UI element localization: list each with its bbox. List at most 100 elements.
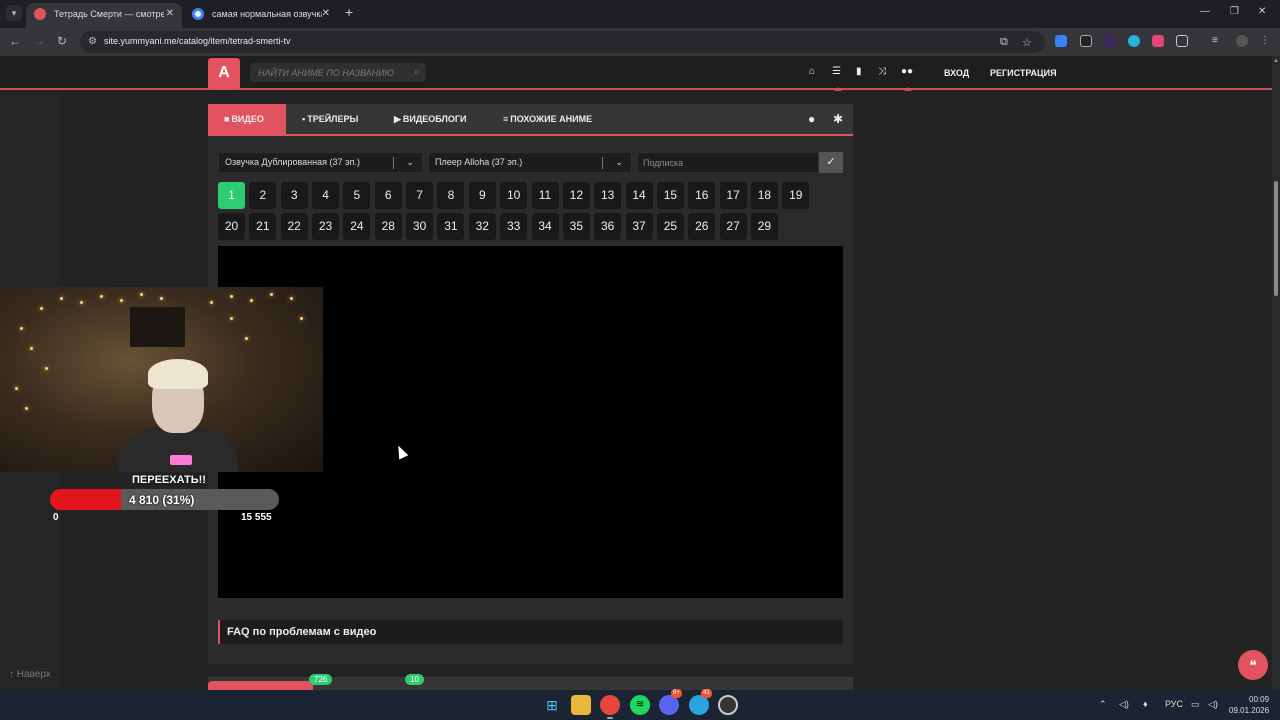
episode-button[interactable]: 4 (312, 182, 340, 209)
spotify-icon[interactable]: ≋ (630, 695, 650, 715)
file-explorer-icon[interactable] (571, 695, 591, 715)
episode-button[interactable]: 13 (594, 182, 622, 209)
episode-button[interactable]: 37 (625, 213, 653, 240)
episode-button[interactable]: 30 (406, 213, 434, 240)
tab-trailers[interactable]: ▪ ТРЕЙЛЕРЫ (302, 104, 358, 134)
faq-video-problems[interactable]: FAQ по проблемам с видео (218, 620, 843, 644)
episode-button[interactable]: 16 (688, 182, 716, 209)
page-scrollbar[interactable]: ▲ (1272, 56, 1280, 690)
browser-menu-icon[interactable]: ⋮ (1260, 35, 1272, 47)
reload-icon[interactable]: ↻ (57, 34, 67, 48)
network-icon[interactable]: ▭ (1191, 699, 1200, 710)
episode-button[interactable]: 1 (218, 182, 245, 209)
episode-button[interactable]: 32 (468, 213, 496, 240)
show-hidden-icons-icon[interactable]: ⌃ (1099, 699, 1107, 710)
episode-button[interactable]: 36 (594, 213, 622, 240)
episode-button[interactable]: 22 (280, 213, 308, 240)
bookmark-star-icon[interactable]: ☆ (1022, 36, 1032, 49)
player-select[interactable]: Плеер Alloha (37 эп.) ⌄ (428, 152, 632, 173)
catalog-list-icon[interactable]: ☰ (832, 66, 841, 77)
episode-button[interactable]: 23 (312, 213, 340, 240)
close-window-icon[interactable]: ✕ (1258, 6, 1266, 17)
episode-button[interactable]: 29 (750, 213, 778, 240)
extension-5-icon[interactable] (1152, 35, 1164, 47)
users-icon[interactable]: ●● (901, 66, 913, 77)
episode-button[interactable]: 17 (719, 182, 747, 209)
episode-button[interactable]: 6 (374, 182, 402, 209)
episode-button[interactable]: 3 (280, 182, 308, 209)
tab-videoblogs[interactable]: ▶ ВИДЕОБЛОГИ (394, 104, 466, 134)
profile-avatar[interactable] (1236, 35, 1248, 47)
episode-button[interactable]: 15 (656, 182, 684, 209)
media-controls-icon[interactable]: ≡ (1212, 35, 1224, 47)
episode-button[interactable]: 26 (688, 213, 716, 240)
windows-start-icon[interactable]: ⊞ (542, 695, 562, 715)
extension-1-icon[interactable] (1055, 35, 1067, 47)
episode-button[interactable]: 19 (782, 182, 810, 209)
episode-button[interactable]: 14 (625, 182, 653, 209)
scroll-up-icon[interactable]: ▲ (1273, 58, 1279, 64)
close-tab-icon[interactable]: ✕ (166, 3, 174, 25)
back-to-top-link[interactable]: ↑ Наверх (9, 669, 51, 680)
taskbar-clock[interactable]: 00:09 09.01.2026 (1229, 694, 1269, 716)
extension-4-icon[interactable] (1128, 35, 1140, 47)
maximize-window-icon[interactable]: ❐ (1230, 6, 1239, 17)
address-bar[interactable]: ⚙ site.yummyani.me/catalog/item/tetrad-s… (80, 31, 1045, 53)
obs-icon[interactable] (718, 695, 738, 715)
discord-icon[interactable]: 9+ (659, 689, 682, 715)
lightbulb-icon[interactable]: ● (808, 112, 815, 126)
episode-button[interactable]: 10 (500, 182, 528, 209)
episode-button[interactable]: 25 (656, 213, 684, 240)
site-info-icon[interactable]: ⚙ (88, 36, 97, 47)
scrollbar-thumb[interactable] (1274, 181, 1278, 296)
episode-button[interactable]: 8 (437, 182, 465, 209)
extension-2-icon[interactable] (1080, 35, 1092, 47)
anime-search-input[interactable] (250, 63, 405, 82)
chat-bubble-icon[interactable]: ❝ (1238, 650, 1268, 680)
episode-button[interactable]: 24 (343, 213, 371, 240)
episode-button[interactable]: 18 (750, 182, 778, 209)
episode-button[interactable]: 7 (406, 182, 434, 209)
search-icon[interactable]: ⌕ (414, 66, 420, 79)
episode-button[interactable]: 34 (531, 213, 559, 240)
browser-tab-active[interactable]: Тетрадь Смерти — смотреть аниме ✕ (26, 3, 182, 28)
episode-button[interactable]: 11 (531, 182, 559, 209)
random-shuffle-icon[interactable]: ⤨ (878, 66, 886, 77)
browser-tab[interactable]: самая нормальная озвучка тетради ✕ (184, 3, 338, 28)
tab-search-button[interactable]: ▾ (6, 5, 22, 21)
forward-arrow-icon[interactable]: → (33, 34, 45, 48)
dub-select[interactable]: Озвучка Дублированная (37 эп.) ⌄ (218, 152, 423, 173)
episode-button[interactable]: 12 (562, 182, 590, 209)
episode-button[interactable]: 31 (437, 213, 465, 240)
subscribe-input[interactable] (637, 152, 819, 173)
episode-button[interactable]: 33 (500, 213, 528, 240)
register-link[interactable]: РЕГИСТРАЦИЯ (990, 68, 1057, 78)
tab-video[interactable]: ■ ВИДЕО (208, 104, 286, 134)
extension-3-icon[interactable] (1104, 35, 1116, 47)
site-logo[interactable]: A (208, 58, 240, 90)
extensions-puzzle-icon[interactable] (1176, 35, 1188, 47)
login-link[interactable]: ВХОД (944, 68, 969, 78)
language-indicator[interactable]: РУС (1165, 699, 1183, 709)
minimize-window-icon[interactable]: — (1200, 6, 1210, 17)
new-tab-icon[interactable]: + (345, 4, 353, 20)
episode-button[interactable]: 21 (249, 213, 277, 240)
episode-button[interactable]: 9 (468, 182, 496, 209)
episode-button[interactable]: 2 (249, 182, 277, 209)
home-icon[interactable]: ⌂ (809, 66, 815, 77)
install-app-icon[interactable]: ⧉ (1000, 36, 1008, 49)
episode-button[interactable]: 28 (374, 213, 402, 240)
tab-similar-anime[interactable]: ≡ ПОХОЖИЕ АНИМЕ (503, 104, 592, 134)
episode-button[interactable]: 5 (343, 182, 371, 209)
close-tab-icon[interactable]: ✕ (322, 3, 330, 25)
anime-search[interactable]: ⌕ (250, 63, 426, 82)
episode-button[interactable]: 35 (562, 213, 590, 240)
subscribe-confirm-button[interactable]: ✓ (819, 152, 843, 173)
volume-tray-icon[interactable]: ◁) (1119, 699, 1129, 710)
episode-button[interactable]: 20 (218, 213, 245, 240)
top-chart-icon[interactable]: ▮ (856, 66, 862, 77)
active-strip-tab[interactable] (208, 681, 313, 690)
microphone-icon[interactable]: ♦ (1143, 699, 1148, 709)
back-arrow-icon[interactable]: ← (9, 34, 21, 48)
telegram-icon[interactable]: 41 (689, 689, 712, 715)
